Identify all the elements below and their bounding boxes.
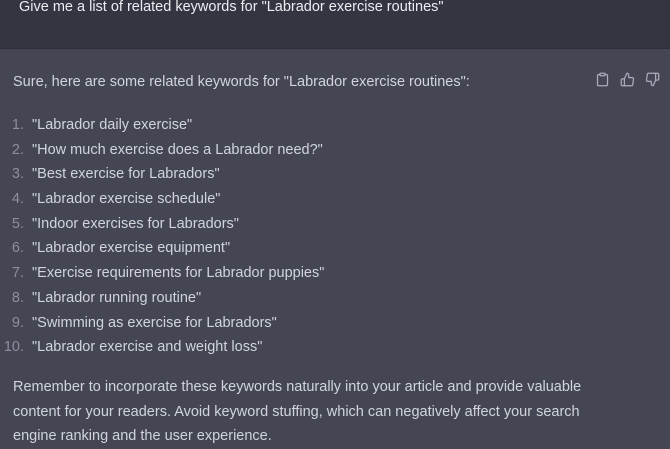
user-message-text: Give me a list of related keywords for "… — [19, 0, 444, 15]
list-item-number: 2. — [11, 141, 24, 158]
closing-line: content for your readers. Avoid keyword … — [13, 403, 580, 420]
list-item-number: 8. — [11, 289, 24, 306]
list-item-number: 9. — [11, 314, 24, 331]
closing-line: Remember to incorporate these keywords n… — [13, 379, 582, 395]
closing-paragraph: Remember to incorporate these keywords n… — [13, 375, 653, 449]
list-item-text: "Swimming as exercise for Labradors" — [32, 314, 277, 331]
list-item-number: 4. — [11, 191, 24, 208]
assistant-message: Sure, here are some related keywords for… — [0, 49, 670, 446]
thumbs-up-button[interactable] — [619, 71, 635, 87]
copy-icon — [596, 72, 608, 86]
assistant-intro: Sure, here are some related keywords for… — [13, 74, 470, 90]
list-item-text: "Labrador exercise and weight loss" — [32, 339, 263, 356]
list-item-text: "Labrador exercise equipment" — [32, 240, 231, 257]
list-item-number: 3. — [11, 166, 24, 183]
list-item-number: 10. — [3, 339, 24, 356]
user-message: Give me a list of related keywords for "… — [0, 0, 670, 49]
thumbs-down-button[interactable] — [644, 71, 660, 87]
list-item-text: "Labrador running routine" — [32, 289, 202, 306]
list-item-number: 1. — [11, 117, 24, 133]
list-item-number: 5. — [11, 215, 24, 232]
list-item-text: "How much exercise does a Labrador need?… — [32, 141, 323, 158]
thumbs-up-icon — [620, 72, 634, 86]
copy-button[interactable] — [594, 71, 610, 87]
closing-line: engine ranking and the user experience. — [13, 428, 272, 445]
list-item-text: "Exercise requirements for Labrador pupp… — [32, 265, 325, 282]
list-item-text: "Indoor exercises for Labradors" — [32, 215, 239, 232]
list-item-number: 6. — [11, 240, 24, 257]
message-actions — [594, 71, 660, 87]
list-item-text: "Labrador exercise schedule" — [32, 191, 221, 208]
list-item-text: "Labrador daily exercise" — [32, 117, 193, 133]
thumbs-down-icon — [645, 72, 659, 86]
list-item-text: "Best exercise for Labradors" — [32, 166, 220, 183]
list-item-number: 7. — [11, 265, 24, 282]
